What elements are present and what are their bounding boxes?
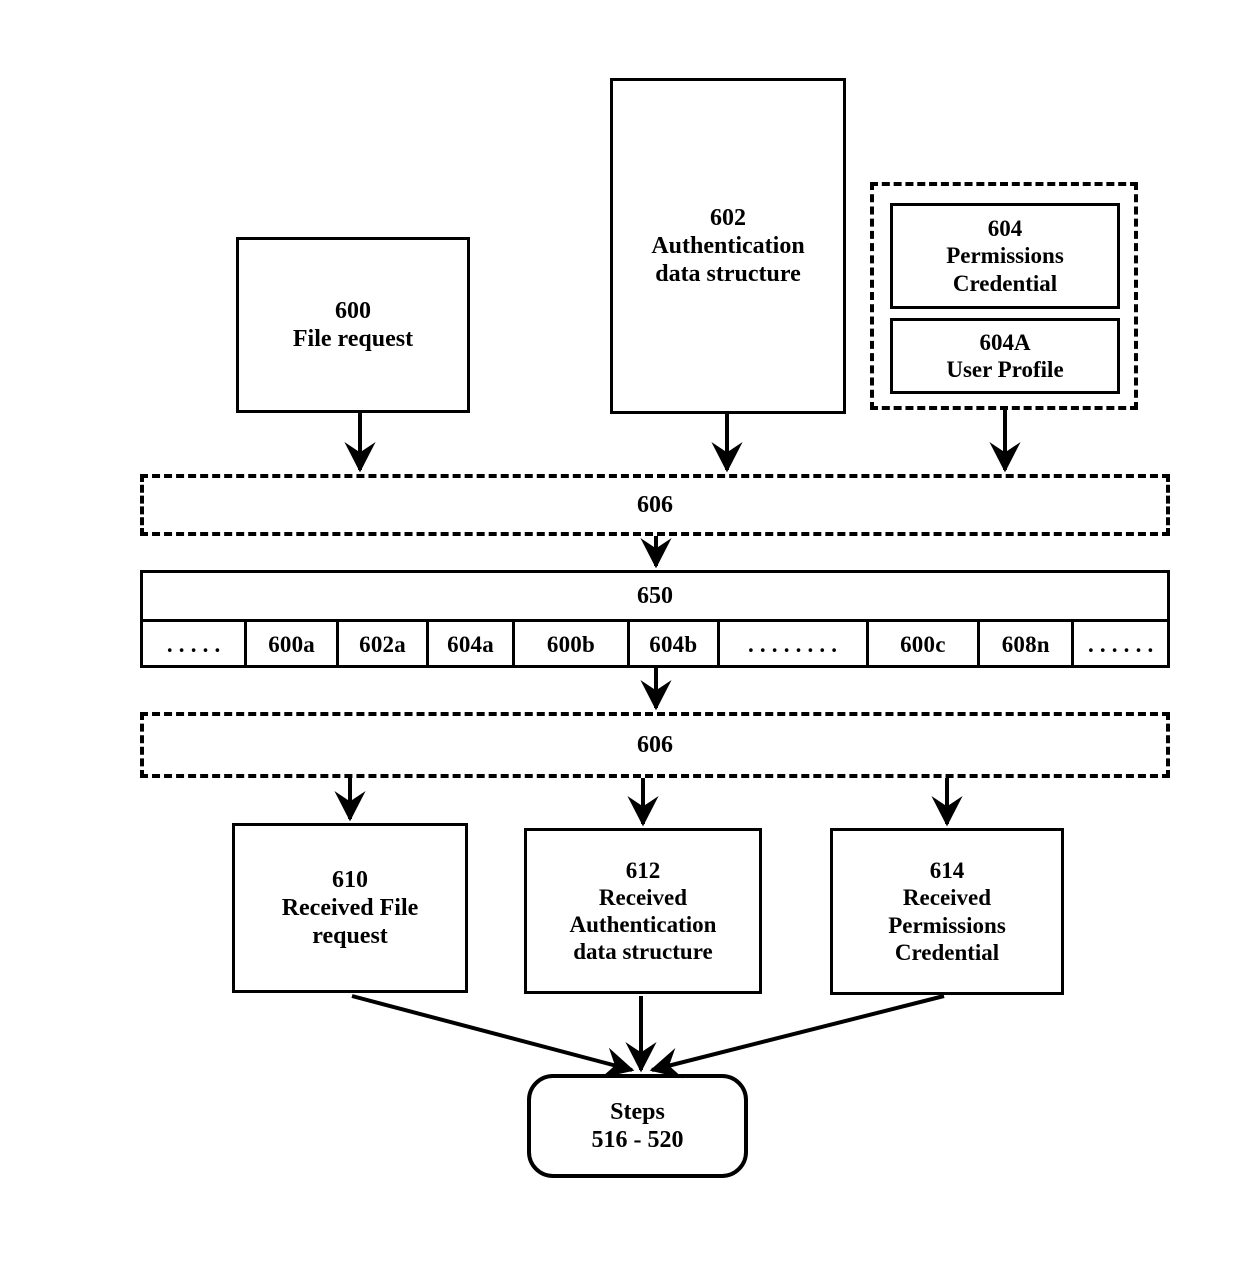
packet-cell-ellipsis: . . . . . xyxy=(143,622,248,667)
node-user-profile: 604A User Profile xyxy=(890,318,1120,394)
node-received-auth-data-structure-label-line3: data structure xyxy=(573,939,713,965)
node-received-file-request-label-line1: Received File xyxy=(281,894,419,921)
packet-cell-600a: 600a xyxy=(247,622,339,667)
channel-606-upper: 606 xyxy=(140,474,1170,536)
packet-cell-604b: 604b xyxy=(630,622,720,667)
node-permissions-credential: 604 Permissions Credential xyxy=(890,203,1120,309)
packet-cell-ellipsis: . . . . . . xyxy=(1087,631,1154,657)
packet-structure-650-ref: 650 xyxy=(143,573,1167,622)
arrow-received-credential-to-steps xyxy=(649,994,945,1079)
node-user-profile-label: User Profile xyxy=(946,357,1064,382)
node-permissions-credential-label-line1: Permissions xyxy=(946,243,1064,269)
node-user-profile-ref: 604A xyxy=(979,329,1031,355)
packet-cell-602a: 602a xyxy=(339,622,430,667)
node-steps-terminal: Steps 516 - 520 xyxy=(527,1074,748,1178)
node-steps-label-line1: Steps xyxy=(610,1098,665,1125)
node-received-file-request-ref: 610 xyxy=(332,866,368,893)
node-file-request-ref: 600 xyxy=(335,297,371,324)
node-received-file-request: 610 Received File request xyxy=(232,823,468,993)
node-auth-data-structure-label-line2: data structure xyxy=(655,261,801,288)
node-received-permissions-credential: 614 Received Permissions Credential xyxy=(830,828,1064,995)
packet-cell-ellipsis: . . . . . . . . xyxy=(720,622,869,667)
arrow-received-file-request-to-steps xyxy=(351,994,635,1078)
node-received-permissions-credential-label-line3: Credential xyxy=(894,939,1000,965)
node-received-permissions-credential-label-line1: Received xyxy=(902,885,992,911)
patent-figure-canvas: 600 File request 602 Authentication data… xyxy=(0,0,1240,1269)
node-permissions-credential-ref: 604 xyxy=(987,216,1023,242)
node-file-request: 600 File request xyxy=(236,237,470,413)
packet-cell-608n: 608n xyxy=(980,622,1075,667)
packet-cell-604a: 604a xyxy=(429,622,515,667)
node-received-auth-data-structure-ref: 612 xyxy=(625,857,661,883)
node-received-file-request-label-line2: request xyxy=(312,923,388,950)
node-steps-label-line2: 516 - 520 xyxy=(591,1127,684,1153)
packet-cell-600b: 600b xyxy=(515,622,631,667)
node-received-permissions-credential-ref: 614 xyxy=(929,858,965,884)
node-permissions-credential-label-line2: Credential xyxy=(952,270,1058,296)
node-received-auth-data-structure-label-line2: Authentication xyxy=(569,912,717,937)
packet-cell-600c: 600c xyxy=(869,622,981,667)
node-received-auth-data-structure: 612 Received Authentication data structu… xyxy=(524,828,762,994)
node-file-request-label: File request xyxy=(292,326,414,352)
packet-structure-650-cells: . . . . . 600a 602a 604a 600b 604b. . . . . .… xyxy=(143,622,1167,667)
node-received-permissions-credential-label-line2: Permissions xyxy=(888,912,1006,938)
channel-606-lower: 606 xyxy=(140,712,1170,778)
channel-606-upper-ref: 606 xyxy=(637,491,673,518)
node-received-auth-data-structure-label-line1: Received xyxy=(598,884,688,910)
node-authentication-data-structure: 602 Authentication data structure xyxy=(610,78,846,414)
packet-structure-650: 650 . . . . . 600a 602a 604a 600b 604b. . . .… xyxy=(140,570,1170,668)
node-auth-data-structure-ref: 602 xyxy=(710,204,746,231)
node-auth-data-structure-label-line1: Authentication xyxy=(651,232,805,259)
channel-606-lower-ref: 606 xyxy=(637,731,673,758)
